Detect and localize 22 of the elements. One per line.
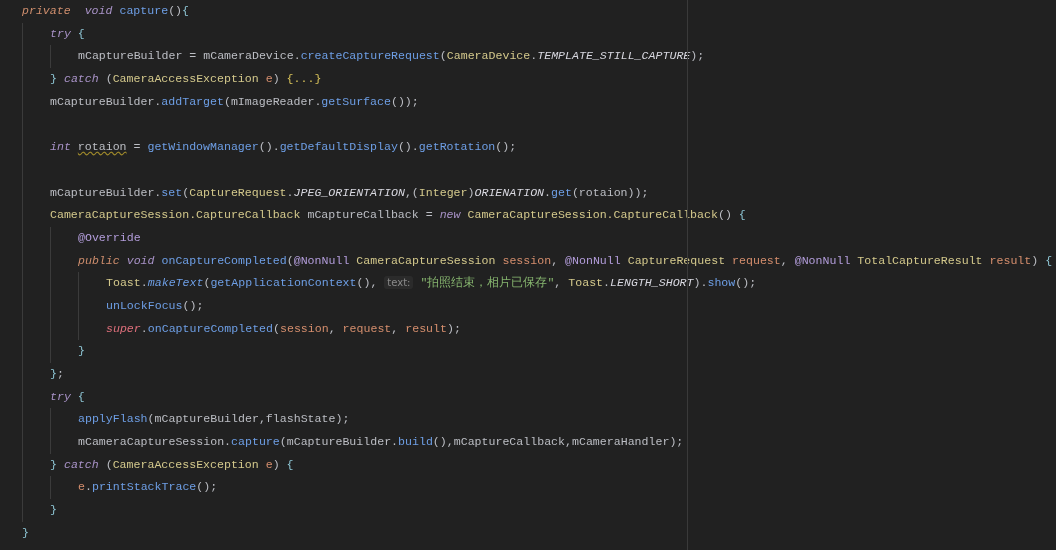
code-line: int rotaion = getWindowManager().getDefaultDisplay().getRotation();: [50, 139, 517, 156]
code-line: super.onCaptureCompleted(session, request, result);: [106, 320, 461, 337]
code-line: applyFlash(mCaptureBuilder,flashState);: [78, 411, 350, 428]
code-line: mCaptureBuilder = mCameraDevice.createCaptureRequest(CameraDevice.TEMPLATE_STILL_CAPTURE);: [78, 48, 705, 65]
code-line: try {: [50, 388, 85, 405]
code-line: public void onCaptureCompleted(@NonNull CameraCaptureSession session, @NonNull CaptureRequest request, @NonNull TotalCaptureResult result) {: [78, 252, 1053, 269]
code-line: CameraCaptureSession.CaptureCallback mCaptureCallback = new CameraCaptureSession.CaptureCallback() {: [50, 207, 746, 224]
code-line: unLockFocus();: [106, 297, 204, 314]
code-line: } catch (CameraAccessException e) {: [50, 456, 294, 473]
code-line: }: [78, 343, 85, 360]
code-line: try {: [50, 25, 85, 42]
code-line: }: [50, 502, 57, 519]
code-line: } catch (CameraAccessException e) {...}: [50, 71, 322, 88]
code-line: };: [50, 366, 64, 382]
code-line: }: [22, 524, 29, 541]
code-line: @Override: [78, 229, 141, 246]
code-line: e.printStackTrace();: [78, 479, 218, 496]
code-line: Toast.makeText(getApplicationContext(), text: "拍照结束，相片已保存", Toast.LENGTH_SHORT).show();: [106, 275, 757, 292]
code-line: mCaptureBuilder.set(CaptureRequest.JPEG_ORIENTATION,(Integer)ORIENATION.get(rotaion));: [50, 184, 649, 201]
code-line: private void capture(){: [22, 3, 189, 19]
code-line: mCaptureBuilder.addTarget(mImageReader.getSurface());: [50, 93, 419, 110]
code-line: mCameraCaptureSession.capture(mCaptureBuilder.build(),mCaptureCallback,mCameraHandler);: [78, 434, 684, 451]
